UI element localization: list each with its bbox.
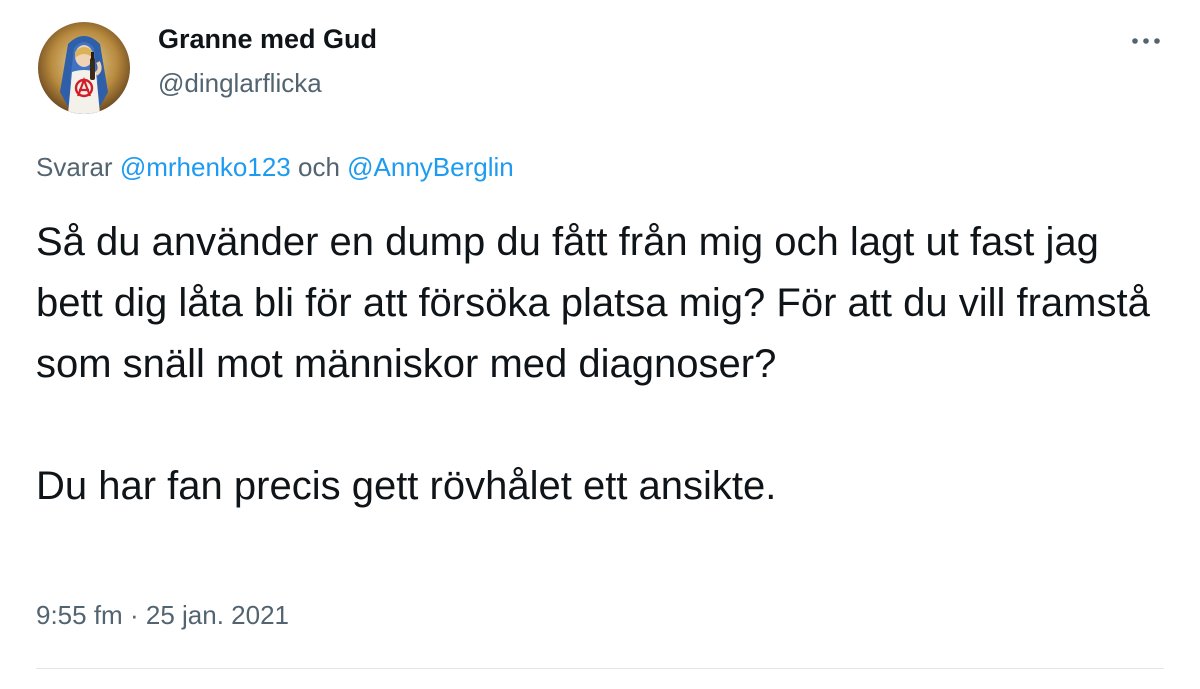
tweet-timestamp: 9:55 fm · 25 jan. 2021 bbox=[36, 600, 289, 631]
avatar[interactable] bbox=[38, 22, 130, 114]
user-handle[interactable]: @dinglarflicka bbox=[158, 68, 322, 99]
replying-prefix: Svarar bbox=[36, 152, 113, 182]
more-options-icon bbox=[1132, 38, 1160, 44]
tweet-paragraph-2: Du har fan precis gett rövhålet ett ansi… bbox=[36, 464, 777, 508]
tweet-date[interactable]: 25 jan. 2021 bbox=[146, 600, 289, 630]
tweet-paragraph-1: Så du använder en dump du fått från mig … bbox=[36, 220, 1150, 386]
replying-joiner: och bbox=[297, 152, 340, 182]
tweet-text: Så du använder en dump du fått från mig … bbox=[36, 212, 1166, 517]
mention-link-1[interactable]: @mrhenko123 bbox=[120, 152, 291, 182]
mention-link-2[interactable]: @AnnyBerglin bbox=[347, 152, 514, 182]
timestamp-separator: · bbox=[129, 600, 139, 630]
tweet: Granne med Gud @dinglarflicka Svarar @mr… bbox=[0, 0, 1200, 689]
profile-avatar-image bbox=[38, 22, 130, 114]
divider bbox=[36, 668, 1164, 669]
more-options-button[interactable] bbox=[1126, 26, 1166, 56]
tweet-time[interactable]: 9:55 fm bbox=[36, 600, 123, 630]
replying-to: Svarar @mrhenko123 och @AnnyBerglin bbox=[36, 152, 514, 183]
display-name[interactable]: Granne med Gud bbox=[158, 24, 377, 55]
